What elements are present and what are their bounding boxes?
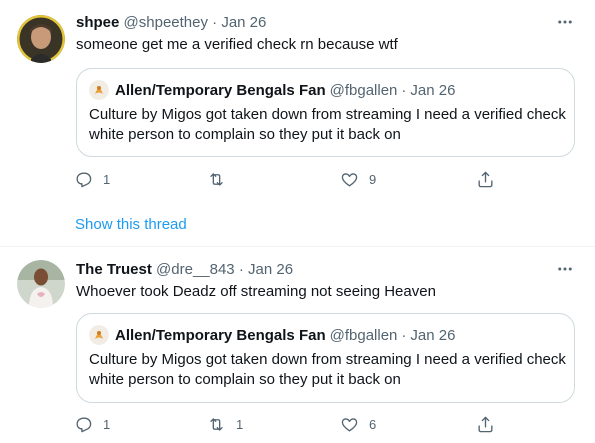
like-button[interactable]: 9 (340, 168, 376, 190)
more-options-icon[interactable] (555, 259, 575, 279)
tweet[interactable]: The Truest @dre__843 · Jan 26 Whoever to… (0, 247, 595, 443)
like-button[interactable]: 6 (340, 413, 376, 435)
quote-author-handle: @fbgallen (329, 81, 398, 99)
reply-button[interactable]: 1 (74, 168, 110, 190)
like-count: 9 (369, 171, 377, 187)
quote-date: Jan 26 (410, 326, 456, 344)
quote-avatar (89, 325, 109, 345)
retweet-count: 1 (236, 416, 244, 432)
quote-author-name: Allen/Temporary Bengals Fan (115, 326, 326, 344)
heart-icon (341, 417, 358, 432)
like-count: 6 (369, 416, 377, 432)
tweet[interactable]: shpee @shpeethey · Jan 26 someone get me… (0, 0, 595, 247)
retweet-button[interactable]: 1 (207, 413, 243, 435)
share-icon (478, 171, 493, 187)
separator: · (401, 326, 407, 344)
tweet-date[interactable]: Jan 26 (248, 261, 293, 278)
reply-count: 1 (103, 171, 111, 187)
show-thread-link[interactable]: Show this thread (75, 215, 187, 234)
author-handle[interactable]: @shpeethey (124, 14, 208, 31)
quote-header: Allen/Temporary Bengals Fan @fbgallen · … (89, 80, 455, 100)
reply-count: 1 (103, 416, 111, 432)
tweet-date[interactable]: Jan 26 (221, 14, 266, 31)
quote-avatar (89, 80, 109, 100)
more-options-icon[interactable] (555, 12, 575, 32)
quote-author-handle: @fbgallen (329, 326, 398, 344)
share-icon (478, 416, 493, 432)
tweet-actions: 1 1 6 (74, 413, 514, 435)
separator: · (238, 261, 244, 278)
author-name[interactable]: shpee (76, 14, 119, 31)
tweet-actions: 1 9 (74, 168, 514, 190)
avatar[interactable] (17, 15, 65, 63)
tweet-text: someone get me a verified check rn becau… (76, 36, 398, 53)
quote-author-name: Allen/Temporary Bengals Fan (115, 81, 326, 99)
quoted-tweet[interactable]: Allen/Temporary Bengals Fan @fbgallen · … (76, 313, 575, 403)
reply-icon (76, 416, 92, 432)
retweet-icon (210, 417, 223, 431)
heart-icon (341, 172, 358, 187)
separator: · (401, 81, 407, 99)
reply-button[interactable]: 1 (74, 413, 110, 435)
tweet-header: shpee @shpeethey · Jan 26 (76, 13, 266, 32)
tweet-text: Whoever took Deadz off streaming not see… (76, 283, 436, 300)
quote-text: Culture by Migos got taken down from str… (89, 106, 566, 143)
quoted-tweet[interactable]: Allen/Temporary Bengals Fan @fbgallen · … (76, 68, 575, 157)
avatar[interactable] (17, 260, 65, 308)
quote-text: Culture by Migos got taken down from str… (89, 351, 566, 388)
separator: · (212, 14, 218, 31)
retweet-button[interactable] (207, 168, 236, 190)
quote-header: Allen/Temporary Bengals Fan @fbgallen · … (89, 325, 455, 345)
share-button[interactable] (476, 168, 495, 190)
share-button[interactable] (476, 413, 495, 435)
retweet-icon (210, 172, 223, 186)
reply-icon (76, 171, 92, 187)
tweet-header: The Truest @dre__843 · Jan 26 (76, 260, 293, 279)
author-handle[interactable]: @dre__843 (156, 261, 235, 278)
quote-date: Jan 26 (410, 81, 456, 99)
author-name[interactable]: The Truest (76, 261, 152, 278)
